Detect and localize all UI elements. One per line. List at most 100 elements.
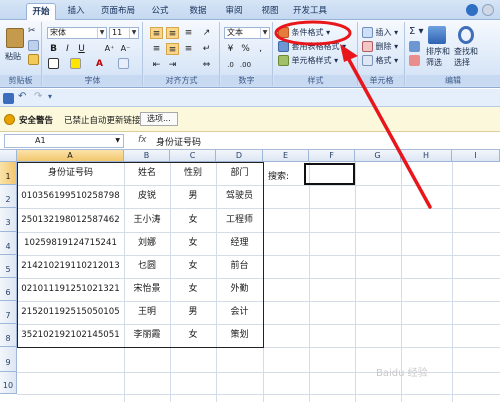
chevron-down-icon[interactable]: ▼: [97, 28, 106, 38]
security-options-button[interactable]: 选项...: [140, 112, 178, 126]
delete-cells-button[interactable]: 删除 ▾: [362, 41, 398, 52]
table-cell[interactable]: 女: [170, 208, 216, 232]
column-header[interactable]: H: [401, 150, 452, 162]
search-input-cell[interactable]: [304, 163, 355, 185]
formula-content[interactable]: 身份证号码: [156, 135, 201, 148]
tab-data[interactable]: 数据: [184, 3, 212, 20]
help-icon[interactable]: [466, 4, 478, 16]
tab-page-layout[interactable]: 页面布局: [98, 3, 138, 20]
align-right-icon[interactable]: ≡: [182, 43, 195, 55]
table-cell[interactable]: 女: [170, 232, 216, 255]
column-header[interactable]: I: [452, 150, 500, 162]
clear-icon[interactable]: [409, 55, 420, 66]
table-cell[interactable]: 工程师: [216, 208, 263, 232]
decrease-indent-icon[interactable]: ⇤: [150, 59, 163, 71]
table-cell[interactable]: 214210219110212013: [17, 255, 124, 278]
redo-icon[interactable]: ↷: [34, 91, 42, 102]
table-cell[interactable]: 女: [170, 324, 216, 347]
cut-icon[interactable]: ✂: [28, 26, 36, 37]
font-color-icon[interactable]: A: [93, 58, 106, 70]
undo-icon[interactable]: ↶: [18, 91, 26, 102]
column-header[interactable]: C: [170, 150, 216, 162]
copy-icon[interactable]: [28, 40, 39, 51]
column-header[interactable]: B: [124, 150, 170, 162]
column-header[interactable]: G: [355, 150, 401, 162]
tab-developer[interactable]: 开发工具: [290, 3, 330, 20]
fx-icon[interactable]: fx: [138, 135, 147, 145]
wrap-text-icon[interactable]: ↵: [200, 43, 213, 55]
table-cell[interactable]: 经理: [216, 232, 263, 255]
table-cell[interactable]: 男: [170, 185, 216, 208]
table-cell[interactable]: 女: [170, 278, 216, 301]
align-bottom-icon[interactable]: ≡: [182, 27, 195, 39]
minimize-ribbon-icon[interactable]: [482, 4, 494, 16]
table-cell[interactable]: 皮锐: [124, 185, 170, 208]
sort-filter-icon[interactable]: [428, 26, 446, 44]
comma-icon[interactable]: ,: [254, 43, 267, 55]
table-cell[interactable]: 宋怡景: [124, 278, 170, 301]
format-painter-icon[interactable]: [28, 54, 39, 65]
chevron-down-icon[interactable]: ▼: [115, 135, 120, 147]
decrease-decimal-icon[interactable]: .00: [239, 59, 252, 71]
filter-label[interactable]: 筛选: [426, 57, 442, 68]
table-cell[interactable]: 乜圆: [124, 255, 170, 278]
tab-formulas[interactable]: 公式: [146, 3, 174, 20]
table-cell[interactable]: 男: [170, 301, 216, 324]
tab-view[interactable]: 视图: [256, 3, 284, 20]
find-select-icon[interactable]: [458, 26, 474, 44]
number-format-combo[interactable]: 文本 ▼: [224, 27, 270, 39]
chevron-down-icon[interactable]: ▼: [260, 28, 269, 38]
table-cell[interactable]: 会计: [216, 301, 263, 324]
row-header[interactable]: 3: [0, 208, 17, 232]
table-cell[interactable]: 王明: [124, 301, 170, 324]
select-all-corner[interactable]: [0, 150, 17, 162]
font-name-combo[interactable]: 宋体 ▼: [47, 27, 107, 39]
format-cells-button[interactable]: 格式 ▾: [362, 55, 398, 66]
sort-label[interactable]: 排序和: [426, 46, 450, 57]
column-header[interactable]: E: [263, 150, 309, 162]
row-header[interactable]: 2: [0, 185, 17, 208]
borders-icon[interactable]: [47, 58, 60, 70]
row-header[interactable]: 4: [0, 232, 17, 255]
find-label[interactable]: 查找和: [454, 46, 478, 57]
row-header[interactable]: 1: [0, 162, 17, 185]
conditional-formatting-button[interactable]: 条件格式 ▾: [278, 27, 330, 38]
grow-font-button[interactable]: A⁺: [103, 43, 116, 55]
table-cell[interactable]: 李丽霞: [124, 324, 170, 347]
bold-button[interactable]: B: [47, 43, 60, 55]
align-middle-icon[interactable]: ≡: [166, 27, 179, 39]
increase-decimal-icon[interactable]: .0: [224, 59, 237, 71]
row-header[interactable]: 6: [0, 278, 17, 301]
fill-color-icon[interactable]: [69, 58, 82, 70]
paste-icon[interactable]: [6, 28, 24, 48]
align-left-icon[interactable]: ≡: [150, 43, 163, 55]
table-header-cell[interactable]: 部门: [216, 162, 263, 185]
tab-review[interactable]: 审阅: [220, 3, 248, 20]
row-header[interactable]: 9: [0, 347, 17, 372]
cell-styles-button[interactable]: 单元格样式 ▾: [278, 55, 338, 66]
select-label[interactable]: 选择: [454, 57, 470, 68]
orientation-icon[interactable]: ↗: [200, 27, 213, 39]
column-header[interactable]: D: [216, 150, 263, 162]
insert-cells-button[interactable]: 插入 ▾: [362, 27, 398, 38]
merge-center-icon[interactable]: ⇔: [200, 59, 213, 71]
table-cell[interactable]: 前台: [216, 255, 263, 278]
table-cell[interactable]: 021011191251021321: [17, 278, 124, 301]
autosum-icon[interactable]: Σ ▾: [409, 26, 424, 37]
table-cell[interactable]: 外勤: [216, 278, 263, 301]
row-header[interactable]: 8: [0, 324, 17, 347]
row-header[interactable]: 10: [0, 372, 17, 394]
table-header-cell[interactable]: 姓名: [124, 162, 170, 185]
table-cell[interactable]: 策划: [216, 324, 263, 347]
table-cell[interactable]: 10259819124715241: [17, 232, 124, 255]
align-center-icon[interactable]: ≡: [166, 43, 179, 55]
phonetic-icon[interactable]: [117, 58, 130, 70]
table-cell[interactable]: 215201192515050105: [17, 301, 124, 324]
table-cell[interactable]: 352102192102145051: [17, 324, 124, 347]
table-cell[interactable]: 刘娜: [124, 232, 170, 255]
align-top-icon[interactable]: ≡: [150, 27, 163, 39]
column-header[interactable]: F: [309, 150, 355, 162]
table-cell[interactable]: 王小涛: [124, 208, 170, 232]
name-box[interactable]: A1 ▼: [4, 134, 124, 148]
fill-icon[interactable]: [409, 41, 420, 52]
